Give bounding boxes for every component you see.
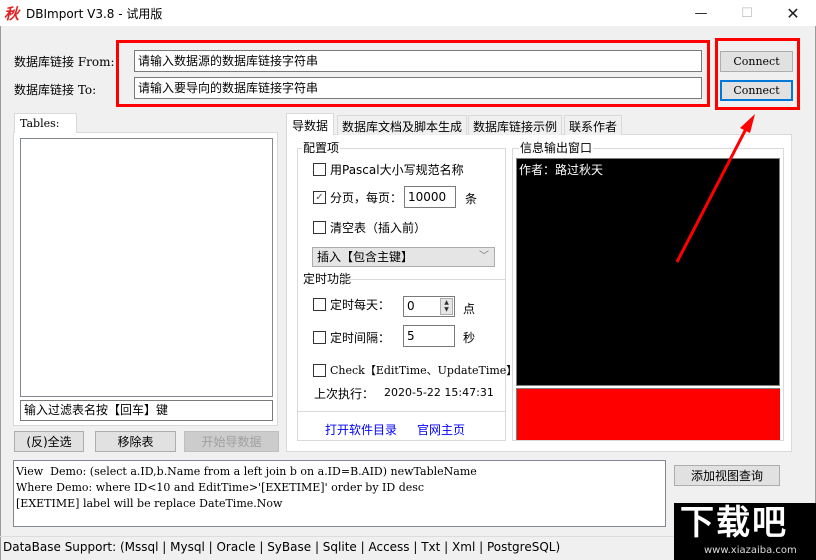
daily-hour-value: 0	[407, 299, 415, 313]
connect-from-button[interactable]: Connect	[720, 51, 793, 72]
daily-hour-spinner[interactable]: 0 ▲ ▼	[403, 296, 455, 317]
tab-import-data[interactable]: 导数据	[286, 113, 335, 135]
tab-connection-examples[interactable]: 数据库链接示例	[468, 115, 563, 135]
table-filter-input[interactable]: 输入过滤表名按【回车】键	[20, 400, 273, 421]
highlight-box-inputs	[116, 40, 710, 107]
close-button[interactable]: ✕	[770, 0, 816, 26]
paging-label: 分页，每页：	[330, 191, 403, 205]
interval-timer-option[interactable]: 定时间隔：	[313, 329, 390, 346]
paging-checkbox[interactable]: ✓	[313, 191, 326, 204]
start-import-button[interactable]: 开始导数据	[184, 431, 279, 452]
check-edittime-label: Check【EditTime、UpdateTime】	[330, 364, 518, 377]
last-run-label: 上次执行：	[314, 387, 375, 401]
clear-table-checkbox[interactable]	[313, 221, 326, 234]
timer-divider	[340, 279, 506, 280]
arrow-head	[740, 114, 755, 133]
window-title: DBImport V3.8 - 试用版	[26, 7, 163, 21]
close-icon: ✕	[786, 3, 800, 23]
output-group-title: 信息输出窗口	[519, 139, 594, 156]
chevron-down-icon: ﹀	[479, 251, 489, 262]
window-border-left	[0, 26, 1, 560]
maximize-button[interactable]: ☐	[724, 0, 770, 26]
insert-mode-value: 插入【包含主键】	[317, 250, 414, 264]
minimize-button[interactable]: —	[678, 0, 724, 26]
app-icon: 秋	[4, 5, 20, 23]
open-directory-link[interactable]: 打开软件目录	[325, 421, 397, 438]
watermark-title: 下载吧	[680, 503, 788, 543]
interval-input[interactable]: 5	[403, 325, 455, 347]
to-connection-label: 数据库链接 To:	[14, 83, 97, 97]
interval-unit-label: 秒	[463, 331, 476, 345]
tables-list[interactable]	[20, 138, 273, 397]
status-indicator	[516, 388, 780, 440]
watermark-url: www.xiazaiba.com	[704, 545, 797, 556]
sql-demo-line: [EXETIME] label will be replace DateTime…	[16, 497, 283, 510]
links-divider	[298, 411, 505, 412]
tab-contact-author[interactable]: 联系作者	[564, 115, 623, 135]
pascal-case-option[interactable]: 用Pascal大小写规范名称	[313, 161, 464, 178]
database-support-text: DataBase Support: (Mssql | Mysql | Oracl…	[3, 540, 561, 554]
check-edittime-checkbox[interactable]	[313, 363, 326, 377]
clear-table-option[interactable]: 清空表（插入前）	[313, 219, 426, 236]
check-edittime-option[interactable]: Check【EditTime、UpdateTime】	[313, 362, 517, 378]
clear-table-label: 清空表（插入前）	[330, 221, 427, 235]
interval-timer-checkbox[interactable]	[313, 331, 326, 344]
remove-table-button[interactable]: 移除表	[95, 431, 176, 452]
sql-demo-line: View Demo: (select a.ID,b.Name from a le…	[16, 465, 477, 478]
pascal-case-label: 用Pascal大小写规范名称	[330, 163, 464, 177]
check-icon: ✓	[315, 191, 324, 203]
spin-down-icon[interactable]: ▼	[441, 306, 452, 313]
tab-docs-scripts[interactable]: 数据库文档及脚本生成	[337, 115, 468, 135]
daily-unit-label: 点	[463, 302, 476, 316]
watermark-logo: 下载吧 www.xiazaiba.com	[674, 503, 816, 560]
spin-up-icon[interactable]: ▲	[441, 299, 452, 306]
sql-demo-textarea[interactable]: View Demo: (select a.ID,b.Name from a le…	[13, 460, 666, 527]
select-all-button[interactable]: (反)全选	[14, 431, 84, 452]
add-view-query-button[interactable]: 添加视图查询	[674, 465, 780, 486]
homepage-link[interactable]: 官网主页	[417, 421, 465, 438]
minimize-icon: —	[694, 5, 708, 21]
tables-tab[interactable]: Tables:	[14, 113, 77, 133]
page-size-input[interactable]: 10000	[404, 186, 456, 208]
last-run-value: 2020-5-22 15:47:31	[384, 386, 494, 399]
daily-timer-checkbox[interactable]	[313, 298, 326, 311]
maximize-icon: ☐	[741, 5, 753, 21]
spinner-buttons[interactable]: ▲ ▼	[440, 298, 453, 315]
paging-option[interactable]: ✓ 分页，每页：	[313, 189, 402, 206]
sql-demo-line: Where Demo: where ID<10 and EditTime>'[E…	[16, 481, 425, 494]
pascal-case-checkbox[interactable]	[313, 163, 326, 176]
output-console[interactable]: 作者：路过秋天	[516, 158, 780, 386]
from-connection-label: 数据库链接 From:	[14, 55, 115, 69]
insert-mode-dropdown[interactable]: 插入【包含主键】 ﹀	[312, 247, 495, 267]
interval-timer-label: 定时间隔：	[330, 331, 391, 345]
daily-timer-option[interactable]: 定时每天：	[313, 296, 390, 313]
config-group-title: 配置项	[302, 139, 341, 156]
connect-to-button[interactable]: Connect	[720, 80, 793, 101]
page-unit-label: 条	[465, 192, 478, 206]
daily-timer-label: 定时每天：	[330, 298, 391, 312]
